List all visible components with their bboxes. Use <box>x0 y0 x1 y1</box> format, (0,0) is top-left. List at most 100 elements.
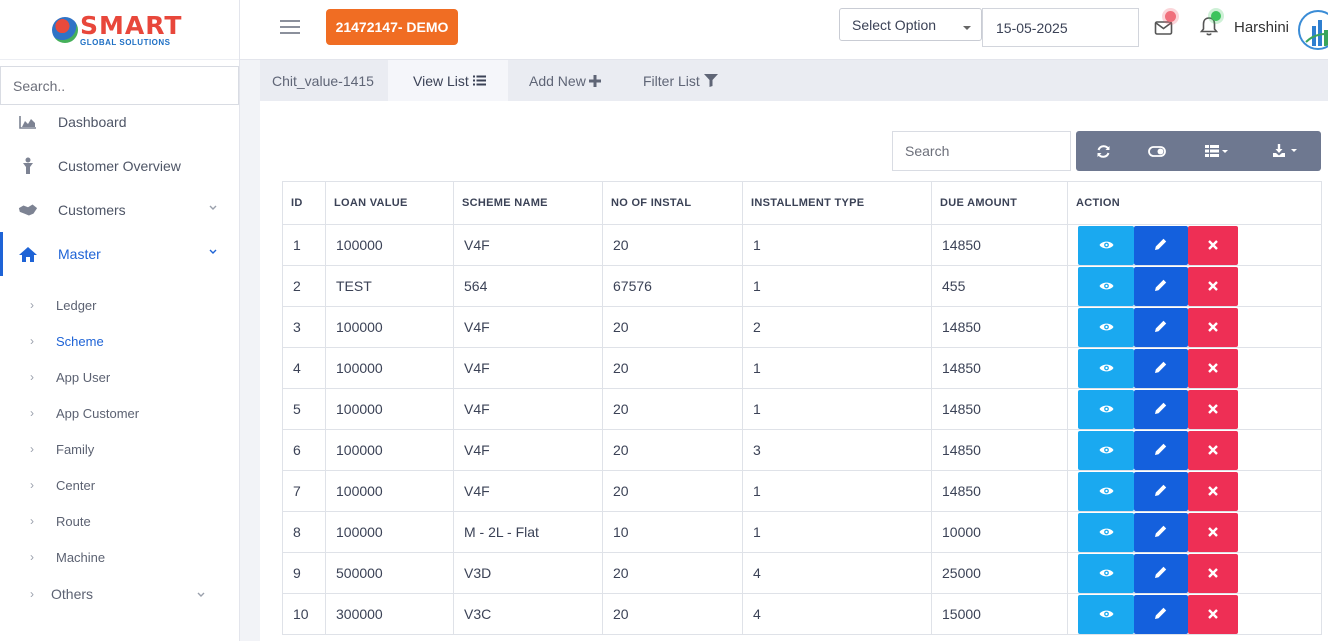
table-row[interactable]: 5 100000 V4F 20 1 14850 <box>282 388 1322 430</box>
sub-item-label: Machine <box>56 549 106 565</box>
edit-button[interactable] <box>1134 266 1188 306</box>
view-button[interactable] <box>1078 348 1134 388</box>
view-button[interactable] <box>1078 512 1134 552</box>
sidebar-sub-app-user[interactable]: › App User <box>0 359 239 395</box>
toggle-button[interactable] <box>1131 131 1183 171</box>
menu-toggle-icon[interactable] <box>280 20 300 36</box>
table-cell: 455 <box>931 265 1068 307</box>
sidebar-sub-others[interactable]: › Others <box>0 575 239 613</box>
table-body: 1 100000 V4F 20 1 14850 2 TEST 564 67576 1 455 3 1000… <box>282 224 1322 635</box>
date-input[interactable] <box>982 8 1139 47</box>
table-row[interactable]: 1 100000 V4F 20 1 14850 <box>282 224 1322 266</box>
table-row[interactable]: 10 300000 V3C 20 4 15000 <box>282 593 1322 635</box>
refresh-button[interactable] <box>1076 131 1131 171</box>
edit-button[interactable] <box>1134 512 1188 552</box>
brand-logo[interactable]: SMART GLOBAL SOLUTIONS <box>52 13 182 47</box>
delete-button[interactable] <box>1188 389 1238 429</box>
table-cell: 100000 <box>325 306 454 348</box>
view-button[interactable] <box>1078 430 1134 470</box>
edit-button[interactable] <box>1134 389 1188 429</box>
tab-filter-list[interactable]: Filter List <box>622 60 738 101</box>
sidebar-sub-route[interactable]: › Route <box>0 503 239 539</box>
sidebar-sub-machine[interactable]: › Machine <box>0 539 239 575</box>
sidebar-item-master[interactable]: Master <box>0 232 239 276</box>
table-cell: 10 <box>602 511 743 553</box>
delete-button[interactable] <box>1188 225 1238 265</box>
edit-button[interactable] <box>1134 430 1188 470</box>
sidebar-item-label: Master <box>58 246 101 262</box>
tab-chit-value[interactable]: Chit_value-1415 <box>260 60 388 101</box>
export-button[interactable] <box>1251 131 1321 171</box>
table-row[interactable]: 6 100000 V4F 20 3 14850 <box>282 429 1322 471</box>
view-button[interactable] <box>1078 266 1134 306</box>
chevron-right-icon: › <box>30 298 34 312</box>
eye-icon <box>1099 606 1114 622</box>
table-cell: 2 <box>282 265 326 307</box>
delete-button[interactable] <box>1188 471 1238 511</box>
sidebar-item-customer-overview[interactable]: Customer Overview <box>0 144 239 188</box>
edit-button[interactable] <box>1134 225 1188 265</box>
sidebar-sub-family[interactable]: › Family <box>0 431 239 467</box>
table-cell: 20 <box>602 306 743 348</box>
table-cell: 4 <box>742 552 932 594</box>
delete-button[interactable] <box>1188 430 1238 470</box>
eye-icon <box>1099 237 1114 253</box>
edit-button[interactable] <box>1134 594 1188 634</box>
mail-icon[interactable] <box>1154 11 1176 37</box>
view-button[interactable] <box>1078 225 1134 265</box>
sidebar-item-customers[interactable]: Customers <box>0 188 239 232</box>
caret-down-icon <box>963 26 971 30</box>
avatar[interactable] <box>1298 10 1328 50</box>
tab-view-list[interactable]: View List <box>388 60 508 101</box>
view-button[interactable] <box>1078 471 1134 511</box>
chevron-right-icon: › <box>30 514 34 528</box>
close-icon <box>1208 278 1218 294</box>
delete-button[interactable] <box>1188 512 1238 552</box>
table-toolbar <box>1076 131 1321 171</box>
view-button[interactable] <box>1078 594 1134 634</box>
delete-button[interactable] <box>1188 594 1238 634</box>
column-header[interactable]: LOAN VALUE <box>325 181 454 225</box>
column-header[interactable]: DUE AMOUNT <box>931 181 1068 225</box>
sidebar-sub-center[interactable]: › Center <box>0 467 239 503</box>
bell-icon[interactable] <box>1199 11 1221 37</box>
edit-button[interactable] <box>1134 553 1188 593</box>
table-cell: V4F <box>453 347 603 389</box>
delete-button[interactable] <box>1188 266 1238 306</box>
table-row[interactable]: 7 100000 V4F 20 1 14850 <box>282 470 1322 512</box>
table-search-input[interactable] <box>892 131 1071 171</box>
chevron-right-icon: › <box>30 406 34 420</box>
table-row[interactable]: 8 100000 M - 2L - Flat 10 1 10000 <box>282 511 1322 553</box>
edit-button[interactable] <box>1134 307 1188 347</box>
table-row[interactable]: 4 100000 V4F 20 1 14850 <box>282 347 1322 389</box>
sidebar-sub-scheme[interactable]: › Scheme <box>0 323 239 359</box>
view-button[interactable] <box>1078 307 1134 347</box>
columns-button[interactable] <box>1183 131 1251 171</box>
user-name[interactable]: Harshini <box>1234 19 1289 36</box>
sidebar-sub-app-customer[interactable]: › App Customer <box>0 395 239 431</box>
pencil-icon <box>1154 401 1168 418</box>
sidebar-item-dashboard[interactable]: Dashboard <box>0 100 239 144</box>
table-row[interactable]: 9 500000 V3D 20 4 25000 <box>282 552 1322 594</box>
view-button[interactable] <box>1078 389 1134 429</box>
company-demo-button[interactable]: 21472147- DEMO <box>326 9 458 45</box>
column-header[interactable]: INSTALLMENT TYPE <box>742 181 932 225</box>
sidebar-sub-ledger[interactable]: › Ledger <box>0 287 239 323</box>
delete-button[interactable] <box>1188 307 1238 347</box>
sub-item-label: Route <box>56 513 91 529</box>
column-header[interactable]: NO OF INSTAL <box>602 181 743 225</box>
column-header[interactable]: SCHEME NAME <box>453 181 603 225</box>
close-icon <box>1208 360 1218 376</box>
option-select[interactable]: Select Option <box>839 8 982 41</box>
delete-button[interactable] <box>1188 348 1238 388</box>
tab-add-new[interactable]: Add New <box>508 60 622 101</box>
table-row[interactable]: 2 TEST 564 67576 1 455 <box>282 265 1322 307</box>
action-cell <box>1067 429 1322 471</box>
pencil-icon <box>1154 483 1168 500</box>
edit-button[interactable] <box>1134 471 1188 511</box>
edit-button[interactable] <box>1134 348 1188 388</box>
delete-button[interactable] <box>1188 553 1238 593</box>
column-header[interactable]: ID <box>282 181 326 225</box>
view-button[interactable] <box>1078 553 1134 593</box>
table-row[interactable]: 3 100000 V4F 20 2 14850 <box>282 306 1322 348</box>
